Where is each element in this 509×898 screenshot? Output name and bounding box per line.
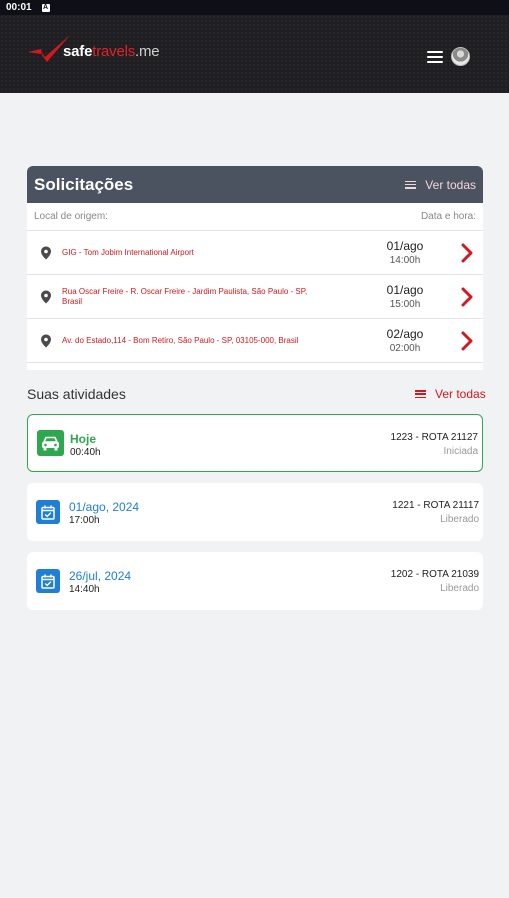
location-pin-icon <box>41 334 51 347</box>
atividade-status: Liberado <box>440 583 479 594</box>
solicitacoes-card: Solicitações Ver todas Local de origem: … <box>27 166 483 370</box>
col-origin-label: Local de origem: <box>34 211 108 222</box>
location-pin-icon <box>41 246 51 259</box>
car-icon <box>37 430 64 456</box>
atividade-route: 1202 - ROTA 21039 <box>390 569 479 580</box>
solicitacao-date: 01/ago <box>386 239 424 253</box>
atividade-time: 14:40h <box>69 584 100 595</box>
atividades-title: Suas atividades <box>27 386 126 402</box>
status-bar: 00:01 A <box>0 0 509 15</box>
atividade-route: 1221 - ROTA 21117 <box>392 500 479 511</box>
status-time: 00:01 <box>6 2 32 13</box>
atividade-label: Hoje <box>70 432 97 446</box>
solicitacoes-ver-todas-button[interactable]: Ver todas <box>405 178 476 192</box>
solicitacao-time: 15:00h <box>389 299 421 310</box>
atividade-label: 01/ago, 2024 <box>69 500 140 514</box>
chevron-right-icon[interactable] <box>461 243 473 263</box>
list-lines-icon <box>415 390 426 398</box>
logo-text: safetravels.me <box>63 43 160 60</box>
list-lines-icon <box>405 180 417 189</box>
solicitacao-row[interactable]: Av. do Estado,114 - Bom Retiro, São Paul… <box>27 319 483 363</box>
solicitacoes-column-headers: Local de origem: Data e hora: <box>27 203 483 231</box>
atividade-status: Iniciada <box>443 446 478 457</box>
solicitacao-address: GIG - Tom Jobim International Airport <box>62 247 194 257</box>
solicitacoes-header: Solicitações Ver todas <box>27 166 483 203</box>
app-header: safetravels.me <box>0 15 509 93</box>
atividade-status: Liberado <box>440 514 479 525</box>
solicitacoes-list: GIG - Tom Jobim International Airport 01/… <box>27 231 483 363</box>
atividade-card[interactable]: Hoje 00:40h 1223 - ROTA 21127 Iniciada <box>27 414 483 472</box>
location-pin-icon <box>41 290 51 303</box>
atividade-label: 26/jul, 2024 <box>69 569 132 583</box>
solicitacao-date: 01/ago <box>386 283 424 297</box>
user-avatar[interactable] <box>451 47 470 66</box>
calendar-check-icon <box>36 569 60 593</box>
solicitacao-datetime: 02/ago 02:00h <box>377 327 433 354</box>
solicitacao-time: 02:00h <box>389 343 421 354</box>
chevron-right-icon[interactable] <box>461 287 473 307</box>
solicitacao-row[interactable]: GIG - Tom Jobim International Airport 01/… <box>27 231 483 275</box>
solicitacao-datetime: 01/ago 14:00h <box>377 239 433 266</box>
atividade-card[interactable]: 01/ago, 2024 17:00h 1221 - ROTA 21117 Liber… <box>27 483 483 541</box>
col-datetime-label: Data e hora: <box>420 211 476 222</box>
atividade-time: 17:00h <box>69 515 100 526</box>
solicitacao-address: Rua Oscar Freire - R. Oscar Freire - Jar… <box>62 286 308 306</box>
chevron-right-icon[interactable] <box>461 331 473 351</box>
solicitacao-row[interactable]: Rua Oscar Freire - R. Oscar Freire - Jar… <box>27 275 483 319</box>
solicitacao-datetime: 01/ago 15:00h <box>377 283 433 310</box>
atividade-route: 1223 - ROTA 21127 <box>390 432 478 443</box>
atividade-card[interactable]: 26/jul, 2024 14:40h 1202 - ROTA 21039 Liber… <box>27 552 483 610</box>
solicitacoes-title: Solicitações <box>34 174 134 194</box>
solicitacao-address: Av. do Estado,114 - Bom Retiro, São Paul… <box>62 335 299 345</box>
calendar-check-icon <box>36 500 60 524</box>
hamburger-menu-icon[interactable] <box>427 51 443 65</box>
solicitacao-date: 02/ago <box>386 327 424 341</box>
solicitacao-time: 14:00h <box>389 255 421 266</box>
notification-badge-icon: A <box>41 3 50 12</box>
atividades-ver-todas-button[interactable]: Ver todas <box>415 387 486 401</box>
safetravels-logo[interactable]: safetravels.me <box>27 33 160 63</box>
atividade-time: 00:40h <box>70 447 101 458</box>
